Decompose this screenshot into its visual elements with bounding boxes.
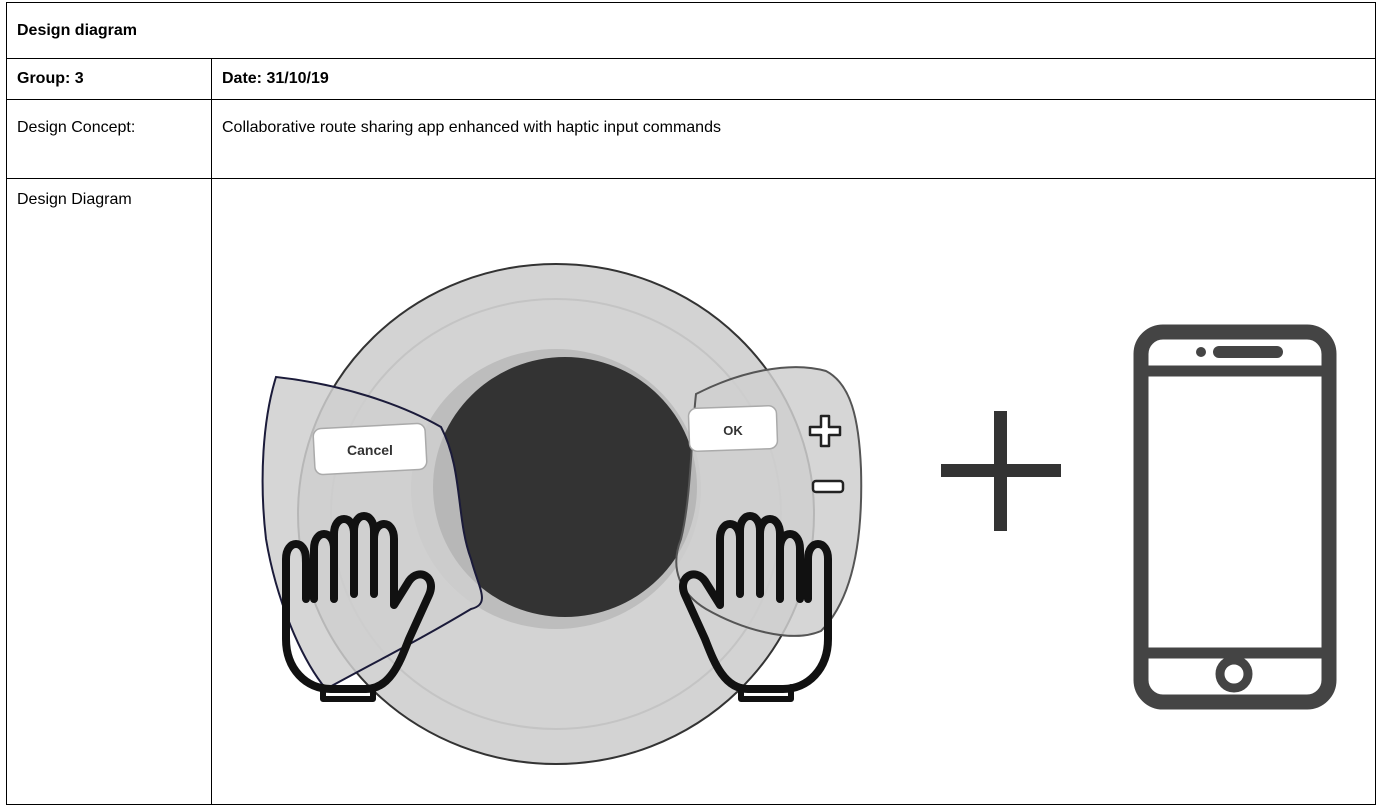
group-field: Group: 3 bbox=[6, 58, 212, 100]
plus-icon bbox=[941, 411, 1061, 531]
date-field: Date: 31/10/19 bbox=[211, 58, 1376, 100]
minus-icon[interactable] bbox=[811, 479, 845, 494]
cancel-button[interactable]: Cancel bbox=[312, 422, 428, 476]
concept-label: Design Concept: bbox=[6, 99, 212, 179]
design-form-table: Design diagram Group: 3 Date: 31/10/19 D… bbox=[6, 2, 1376, 805]
form-title: Design diagram bbox=[6, 2, 1376, 59]
smartphone-icon bbox=[1133, 324, 1337, 710]
ok-button-label: OK bbox=[723, 423, 743, 438]
title-row: Design diagram bbox=[6, 2, 1376, 59]
ok-button[interactable]: OK bbox=[687, 405, 779, 452]
diagram-label: Design Diagram bbox=[6, 178, 212, 805]
diagram-cell: Cancel OK bbox=[211, 178, 1376, 805]
meta-row: Group: 3 Date: 31/10/19 bbox=[6, 58, 1376, 100]
concept-text: Collaborative route sharing app enhanced… bbox=[211, 99, 1376, 179]
concept-row: Design Concept: Collaborative route shar… bbox=[6, 99, 1376, 179]
cancel-button-label: Cancel bbox=[347, 442, 393, 458]
design-diagram: Cancel OK bbox=[261, 263, 1337, 765]
diagram-row: Design Diagram Cancel OK bbox=[6, 178, 1376, 805]
